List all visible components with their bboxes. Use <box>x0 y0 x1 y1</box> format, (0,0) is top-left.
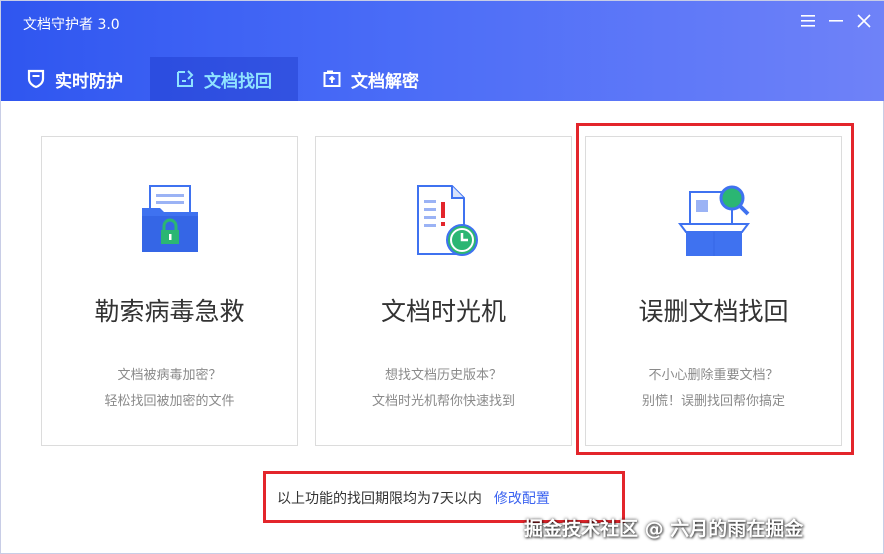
card-description: 轻松找回被加密的文件 <box>104 394 235 409</box>
tab-document-decrypt[interactable]: 文档解密 <box>307 57 433 101</box>
modify-config-link[interactable]: 修改配置 <box>494 488 550 508</box>
document-clock-icon <box>416 185 478 256</box>
highlight-box-card <box>576 123 854 455</box>
tab-realtime-protection[interactable]: 实时防护 <box>11 57 137 101</box>
tab-label: 文档解密 <box>351 71 419 92</box>
tab-document-recovery[interactable]: 文档找回 <box>150 57 298 101</box>
menu-button[interactable] <box>795 9 821 33</box>
card-title: 勒索病毒急救 <box>94 297 245 326</box>
footer-notice: 以上功能的找回期限均为7天以内 修改配置 <box>277 488 550 508</box>
close-icon <box>857 14 871 28</box>
card-description: 想找文档历史版本？ <box>384 368 502 383</box>
tab-label: 实时防护 <box>55 71 123 92</box>
minimize-icon <box>829 20 843 22</box>
close-button[interactable] <box>851 9 877 33</box>
menu-icon <box>801 15 815 27</box>
locked-folder-icon <box>141 185 198 252</box>
title-bar: 文档守护者 3.0 实时防护 文档找回 文档解密 <box>1 1 884 101</box>
unlock-document-icon <box>321 68 343 90</box>
app-window: 文档守护者 3.0 实时防护 文档找回 文档解密 勒索病毒急救 文档被病毒加密？… <box>0 0 884 554</box>
card-document-time-machine[interactable]: 文档时光机 想找文档历史版本？ 文档时光机帮你快速找到 <box>315 136 572 446</box>
recovery-period-text: 以上功能的找回期限均为7天以内 <box>277 491 482 507</box>
card-description: 文档时光机帮你快速找到 <box>371 394 515 409</box>
card-description: 文档被病毒加密？ <box>117 368 222 383</box>
card-ransomware-rescue[interactable]: 勒索病毒急救 文档被病毒加密？ 轻松找回被加密的文件 <box>41 136 298 446</box>
watermark: 掘金技术社区 @ 六月的雨在掘金 <box>524 518 804 540</box>
tab-label: 文档找回 <box>204 71 272 92</box>
window-title: 文档守护者 3.0 <box>23 17 120 33</box>
document-restore-icon <box>174 68 196 90</box>
minimize-button[interactable] <box>823 9 849 33</box>
shield-icon <box>25 68 47 90</box>
card-title: 文档时光机 <box>380 297 506 326</box>
